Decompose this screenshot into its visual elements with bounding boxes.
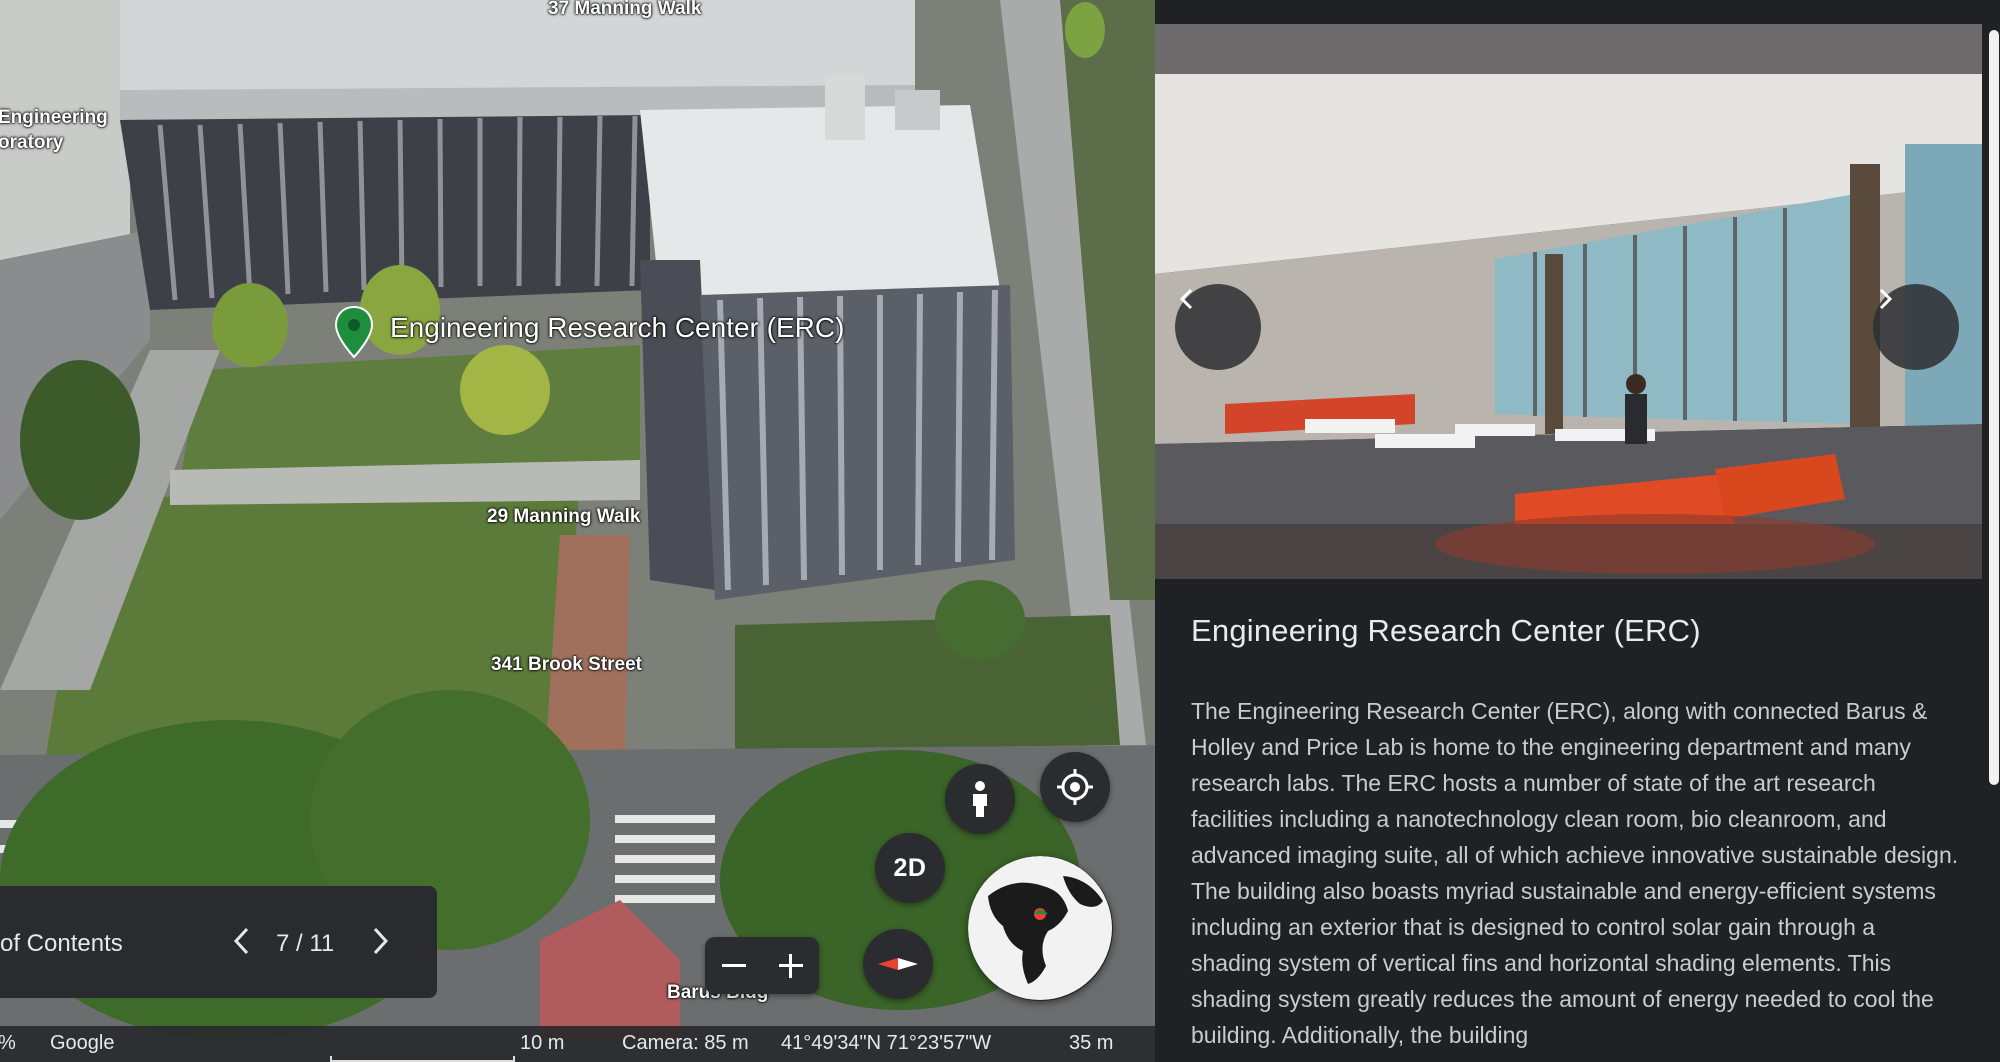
map-view[interactable]: 37 Manning Walk Engineering oratory Engi…	[0, 0, 1155, 1062]
my-location-icon	[1057, 769, 1093, 805]
person-icon	[973, 781, 987, 817]
place-description: The Engineering Research Center (ERC), a…	[1191, 698, 1959, 1048]
coordinates: 41°49'34"N 71°23'57"W	[781, 1032, 992, 1054]
place-photo	[1155, 24, 1982, 579]
street-label: 341 Brook Street	[491, 654, 643, 675]
globe-icon	[968, 856, 1112, 1000]
globe-button[interactable]	[968, 856, 1113, 1001]
chevron-left-icon	[233, 927, 249, 955]
minus-icon	[721, 963, 746, 967]
knowledge-card: Engineering Research Center (ERC) The En…	[1155, 0, 2000, 1062]
panel-scrollbar[interactable]	[1989, 30, 1999, 785]
place-title: Engineering Research Center (ERC)	[1191, 613, 1701, 648]
compass-button[interactable]	[863, 929, 933, 999]
my-location-button[interactable]	[1040, 752, 1110, 822]
camera-altitude: Camera: 85 m	[622, 1032, 749, 1054]
building-label: oratory	[0, 132, 64, 153]
next-stop-button[interactable]	[355, 916, 405, 966]
plus-icon	[778, 953, 803, 978]
scale-bar	[330, 1056, 515, 1062]
zoom-percent: %	[0, 1032, 16, 1055]
chevron-right-icon	[373, 927, 389, 955]
zoom-out-button[interactable]	[709, 941, 759, 991]
attribution[interactable]: Google	[50, 1032, 115, 1055]
app-root: 37 Manning Walk Engineering oratory Engi…	[0, 0, 2000, 1062]
building-label: Engineering	[0, 107, 108, 128]
chevron-right-icon	[1879, 288, 1893, 310]
photo-next-button[interactable]	[1873, 284, 1959, 370]
street-label: 29 Manning Walk	[487, 506, 641, 527]
compass-icon	[878, 958, 918, 970]
scale-label: 10 m	[520, 1032, 565, 1054]
chevron-left-icon	[1179, 288, 1193, 310]
photo-previous-button[interactable]	[1175, 284, 1261, 370]
zoom-controls	[705, 937, 819, 994]
pegman-button[interactable]	[945, 764, 1015, 834]
previous-stop-button[interactable]	[217, 916, 267, 966]
stop-counter: 7 / 11	[276, 930, 335, 957]
zoom-in-button[interactable]	[766, 941, 816, 991]
street-label: 37 Manning Walk	[548, 0, 702, 19]
interior-photo	[1155, 24, 1982, 579]
toc-label[interactable]: of Contents	[0, 930, 123, 958]
status-bar: % Google 10 m Camera: 85 m 41°49'34"N 71…	[0, 1026, 1155, 1062]
poi-label[interactable]: Engineering Research Center (ERC)	[390, 312, 844, 344]
view-2d-toggle[interactable]: 2D	[875, 833, 945, 903]
location-pin-icon[interactable]	[333, 305, 375, 359]
tour-navigation: of Contents 7 / 11	[0, 886, 437, 998]
elevation: 35 m	[1069, 1032, 1114, 1054]
